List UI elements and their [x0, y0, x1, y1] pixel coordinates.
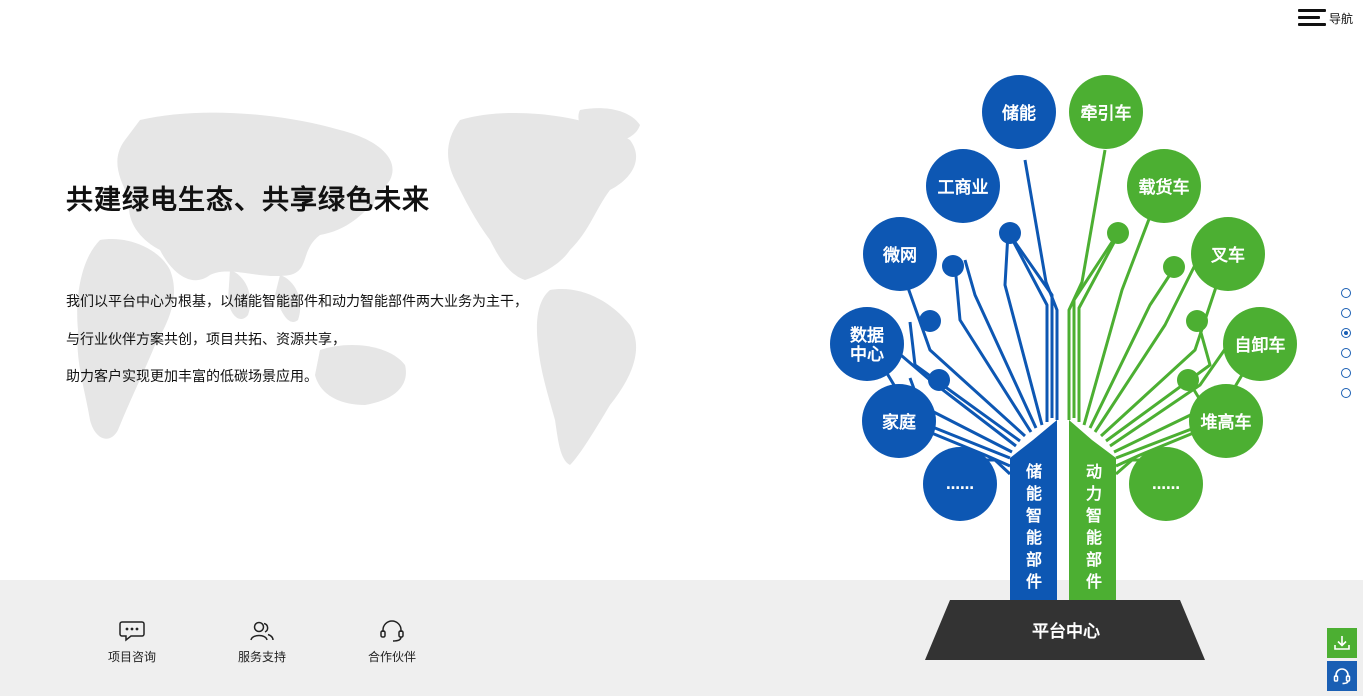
svg-text:微网: 微网	[882, 245, 917, 266]
trunk-storage-char: 智	[1026, 506, 1042, 525]
svg-text:堆高车: 堆高车	[1201, 412, 1252, 433]
svg-text:家庭: 家庭	[882, 412, 916, 433]
world-map-image	[77, 108, 640, 465]
service-partners-link[interactable]: 合作伙伴	[347, 620, 437, 665]
users-icon	[250, 621, 274, 641]
chat-icon	[119, 621, 145, 642]
storage-node: 储能	[982, 75, 1056, 149]
trunk-power-char: 能	[1086, 528, 1102, 547]
microgrid-node: 微网	[863, 217, 937, 291]
trunk-storage-char: 能	[1026, 484, 1042, 503]
trunk-power-char: 部	[1086, 550, 1102, 569]
pager-dot[interactable]	[1341, 308, 1351, 318]
nav-menu-button[interactable]: 导航	[1297, 8, 1353, 28]
data-center-node: 数据 中心	[830, 307, 904, 381]
svg-text:载货车: 载货车	[1139, 177, 1190, 198]
service-support-link[interactable]: 服务支持	[217, 620, 307, 665]
pager-dot[interactable]	[1341, 348, 1351, 358]
pager-dot[interactable]	[1341, 288, 1351, 298]
trunk-storage-char: 能	[1026, 528, 1042, 547]
forklift-node: 叉车	[1191, 217, 1265, 291]
intro-line-1: 我们以平台中心为根基，以储能智能部件和动力智能部件两大业务为主干，	[66, 294, 528, 310]
power-more-node: ……	[1129, 447, 1203, 521]
headset-icon	[1333, 668, 1351, 685]
dump-truck-node: 自卸车	[1223, 307, 1297, 381]
service-consulting-link[interactable]: 项目咨询	[87, 620, 177, 665]
service-partners-label: 合作伙伴	[367, 650, 416, 664]
svg-text:自卸车: 自卸车	[1235, 335, 1286, 356]
business-tree-diagram: 平台中心 储 能 智 能 部 件 动 力 智 能 部 件 储能 工商业 微网 数…	[830, 75, 1297, 660]
nav-menu-label: 导航	[1328, 11, 1353, 26]
svg-text:储能: 储能	[1002, 103, 1036, 124]
trunk-storage-char: 件	[1026, 572, 1042, 591]
service-support-label: 服务支持	[237, 650, 286, 664]
pager-dot[interactable]	[1341, 368, 1351, 378]
page-title: 共建绿电生态、共享绿色未来	[66, 185, 430, 216]
svg-text:……: ……	[946, 477, 974, 493]
svg-text:工商业: 工商业	[938, 177, 989, 198]
trunk-storage-char: 储	[1025, 462, 1042, 481]
storage-more-node: ……	[923, 447, 997, 521]
commercial-industrial-node: 工商业	[926, 149, 1000, 223]
section-pager	[1341, 288, 1353, 408]
household-node: 家庭	[862, 384, 936, 458]
svg-text:数据: 数据	[850, 325, 884, 346]
cargo-truck-node: 载货车	[1127, 149, 1201, 223]
stacker-node: 堆高车	[1189, 384, 1263, 458]
trunk-power-char: 件	[1086, 572, 1102, 591]
download-icon	[1334, 636, 1350, 650]
headset-icon	[380, 620, 404, 642]
svg-text:中心: 中心	[850, 344, 884, 365]
pager-dot[interactable]	[1341, 388, 1351, 398]
menu-icon	[1297, 8, 1326, 28]
platform-base-label: 平台中心	[1032, 621, 1100, 642]
trunk-power-char: 力	[1086, 484, 1102, 503]
customer-service-button[interactable]	[1327, 661, 1357, 691]
trunk-power-char: 智	[1086, 506, 1102, 525]
intro-line-3: 助力客户实现更加丰富的低碳场景应用。	[66, 369, 318, 385]
trunk-power-char: 动	[1086, 462, 1102, 481]
svg-text:牵引车: 牵引车	[1081, 103, 1132, 124]
svg-text:……: ……	[1152, 477, 1180, 493]
download-button[interactable]	[1327, 628, 1357, 658]
trunk-storage-char: 部	[1026, 550, 1042, 569]
service-consulting-label: 项目咨询	[107, 650, 156, 664]
pager-dot-active[interactable]	[1341, 328, 1351, 338]
tractor-node: 牵引车	[1069, 75, 1143, 149]
intro-line-2: 与行业伙伴方案共创，项目共拓、资源共享，	[66, 332, 346, 348]
svg-text:叉车: 叉车	[1210, 245, 1245, 266]
